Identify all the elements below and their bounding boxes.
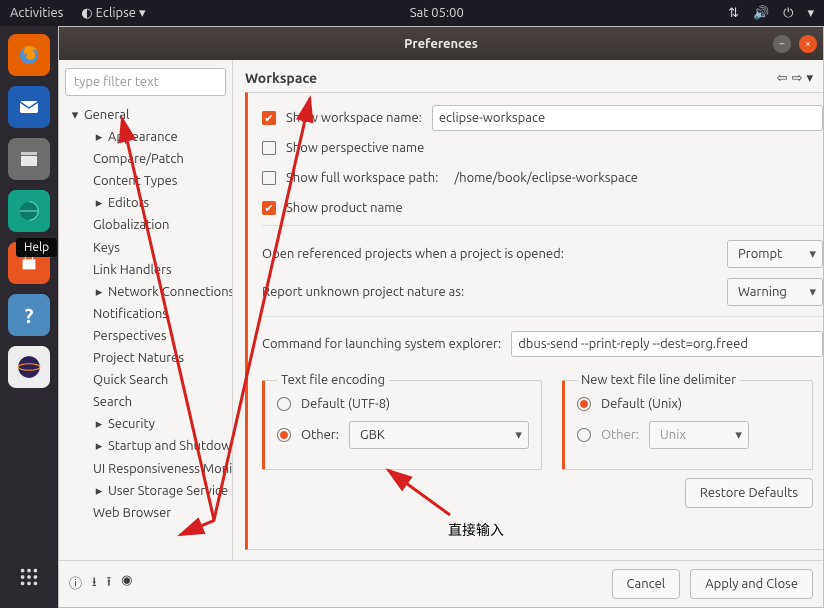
eclipse-icon[interactable] [8,346,50,388]
show-perspective-label: Show perspective name [286,141,424,155]
tree-item[interactable]: Project Natures [65,347,226,369]
tree-item[interactable]: Link Handlers [65,259,226,281]
gnome-topbar: Activities ◐ Eclipse ▾ Sat 05:00 ⇅ 🔊 ⏻ ▾ [0,0,824,26]
tree-item[interactable]: ▸ User Storage Service [65,480,226,502]
encoding-default-radio[interactable] [277,397,291,411]
encoding-other-select[interactable]: GBK [349,421,529,449]
power-icon[interactable]: ⏻ [783,6,793,21]
preferences-sidebar: ▾ General▸ AppearanceCompare/PatchConten… [59,60,233,560]
firefox-icon[interactable] [8,34,50,76]
help-icon[interactable]: ? [8,294,50,336]
cancel-button[interactable]: Cancel [612,569,681,599]
encoding-other-radio[interactable] [277,428,291,442]
network-icon[interactable]: ⇅ [728,6,739,21]
show-product-label: Show product name [286,201,403,215]
nav-back-icon[interactable]: ⇦ [777,71,788,86]
ubuntu-launcher: ? [0,26,58,608]
preferences-tree[interactable]: ▾ General▸ AppearanceCompare/PatchConten… [65,104,226,524]
app-menu[interactable]: ◐ Eclipse ▾ [81,6,145,21]
tree-item[interactable]: Perspectives [65,325,226,347]
show-full-path-checkbox[interactable] [262,171,276,185]
system-explorer-label: Command for launching system explorer: [262,337,501,351]
clock[interactable]: Sat 05:00 [410,6,464,20]
delimiter-other-radio[interactable] [577,428,591,442]
map-icon[interactable] [8,190,50,232]
tree-item[interactable]: Web Browser [65,502,226,524]
annotation-text: 直接输入 [448,520,504,540]
show-apps-icon[interactable] [8,556,50,598]
titlebar: Preferences – × [59,27,823,60]
preferences-window: Preferences – × ▾ General▸ AppearanceCom… [58,26,824,608]
preferences-main: Workspace ⇦ ⇨ ▾ ✔ Show workspace name: S… [233,60,823,560]
report-unknown-label: Report unknown project nature as: [262,285,464,299]
nav-fwd-icon[interactable]: ⇨ [792,71,803,86]
restore-defaults-button[interactable]: Restore Defaults [685,478,813,508]
dialog-footer: ⓘ ⭳ ⭱ ◉ Cancel Apply and Close [59,560,823,607]
window-title: Preferences [404,37,478,51]
export-icon[interactable]: ⭱ [107,573,112,595]
help-footer-icon[interactable]: ⓘ [69,573,82,595]
delimiter-fieldset: New text file line delimiter Default (Un… [562,373,813,470]
tree-item[interactable]: Globalization [65,214,226,236]
tree-item[interactable]: Quick Search [65,369,226,391]
page-menu-icon[interactable]: ▾ [806,71,813,86]
apply-close-button[interactable]: Apply and Close [690,569,813,599]
delimiter-other-select: Unix [649,421,749,449]
open-ref-select[interactable]: Prompt [727,240,823,268]
chevron-down-icon[interactable]: ▾ [807,6,814,21]
report-unknown-select[interactable]: Warning [727,278,823,306]
activities-button[interactable]: Activities [10,6,63,20]
tree-item[interactable]: Compare/Patch [65,148,226,170]
tree-item[interactable]: UI Responsiveness Monitoring [65,458,226,480]
delimiter-default-radio[interactable] [577,397,591,411]
show-product-checkbox[interactable]: ✔ [262,201,276,215]
tree-item[interactable]: Search [65,391,226,413]
thunderbird-icon[interactable] [8,86,50,128]
files-icon[interactable] [8,138,50,180]
volume-icon[interactable]: 🔊 [753,6,769,21]
help-tooltip: Help [16,238,57,257]
minimize-button[interactable]: – [773,35,791,53]
tree-item[interactable]: ▸ Editors [65,192,226,214]
show-workspace-name-label: Show workspace name: [286,111,422,125]
tree-item[interactable]: ▸ Appearance [65,126,226,148]
oomph-icon[interactable]: ◉ [121,573,132,595]
show-workspace-name-checkbox[interactable]: ✔ [262,111,276,125]
show-perspective-checkbox[interactable] [262,141,276,155]
tree-item[interactable]: Content Types [65,170,226,192]
encoding-fieldset: Text file encoding Default (UTF-8) Other… [262,373,542,470]
show-full-path-label: Show full workspace path: [286,171,438,185]
import-icon[interactable]: ⭳ [92,573,97,595]
system-explorer-input[interactable] [511,331,823,357]
tree-item[interactable]: ▸ Network Connections [65,281,226,303]
tree-item[interactable]: ▾ General [65,104,226,126]
tree-item[interactable]: ▸ Security [65,413,226,435]
full-path-input[interactable] [448,165,823,191]
open-ref-label: Open referenced projects when a project … [262,247,564,261]
filter-input[interactable] [65,68,226,96]
encoding-legend: Text file encoding [277,373,389,387]
tree-item[interactable]: Keys [65,237,226,259]
tree-item[interactable]: Notifications [65,303,226,325]
close-button[interactable]: × [799,35,817,53]
page-heading: Workspace [245,70,317,86]
delimiter-legend: New text file line delimiter [577,373,740,387]
workspace-name-input[interactable] [432,105,823,131]
tree-item[interactable]: ▸ Startup and Shutdown [65,435,226,457]
